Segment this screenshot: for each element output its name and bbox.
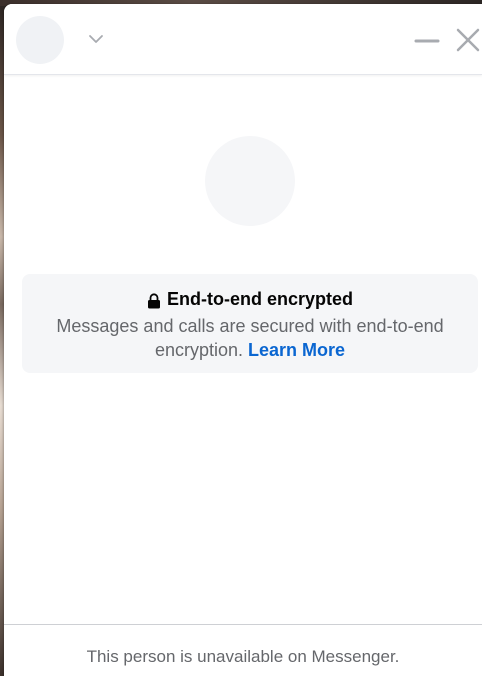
close-icon: [456, 28, 480, 52]
chat-header: [4, 4, 482, 75]
unavailable-footer: This person is unavailable on Messenger.: [4, 624, 482, 676]
header-avatar[interactable]: [16, 16, 64, 64]
encryption-title-row: End-to-end encrypted: [22, 288, 478, 310]
close-button[interactable]: [454, 26, 482, 54]
minimize-button[interactable]: [414, 28, 440, 54]
learn-more-link[interactable]: Learn More: [248, 340, 345, 360]
encryption-title: End-to-end encrypted: [166, 289, 353, 309]
encryption-notice: End-to-end encrypted Messages and calls …: [22, 274, 478, 373]
unavailable-status-text: This person is unavailable on Messenger.: [86, 647, 400, 666]
lock-icon: [147, 292, 161, 309]
chat-window: End-to-end encrypted Messages and calls …: [4, 4, 482, 676]
profile-avatar: [205, 136, 295, 226]
encryption-description: Messages and calls are secured with end-…: [50, 314, 450, 362]
chevron-down-icon[interactable]: [88, 31, 104, 47]
minimize-icon: [414, 39, 440, 43]
